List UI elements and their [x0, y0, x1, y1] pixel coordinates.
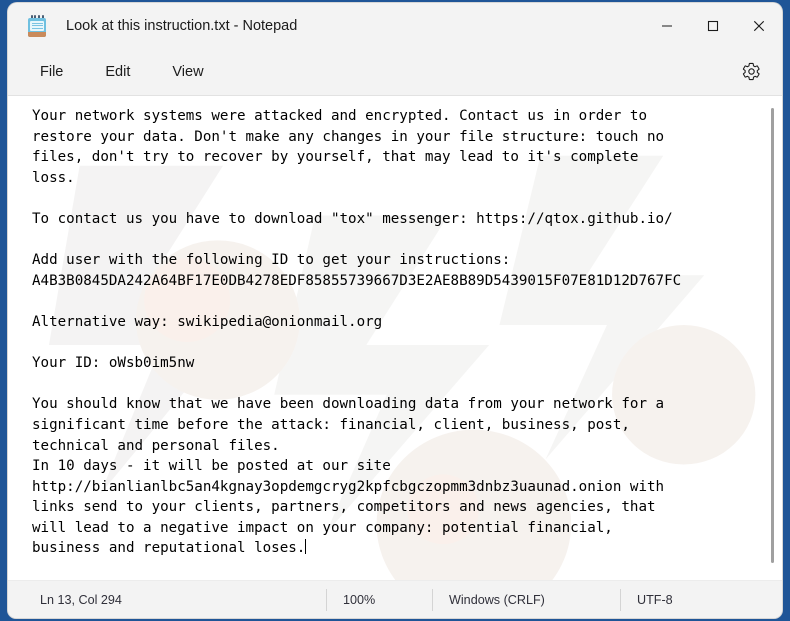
editor-text-content[interactable]: Your network systems were attacked and e… [8, 96, 782, 580]
status-line-ending[interactable]: Windows (CRLF) [432, 588, 620, 611]
menu-view[interactable]: View [162, 58, 213, 86]
menu-edit[interactable]: Edit [95, 58, 140, 86]
window-controls [644, 3, 782, 48]
status-encoding[interactable]: UTF-8 [620, 588, 687, 611]
notepad-window: Look at this instruction.txt - Notepad F… [8, 3, 782, 618]
status-zoom-level[interactable]: 100% [326, 588, 432, 611]
scrollbar-thumb[interactable] [771, 108, 774, 563]
window-title: Look at this instruction.txt - Notepad [66, 17, 298, 34]
notepad-icon [27, 14, 47, 37]
editor-area[interactable]: Your network systems were attacked and e… [8, 95, 782, 580]
menu-file[interactable]: File [30, 58, 73, 86]
close-button[interactable] [736, 3, 782, 48]
minimize-button[interactable] [644, 3, 690, 48]
menu-bar: File Edit View [8, 48, 782, 95]
title-bar[interactable]: Look at this instruction.txt - Notepad [8, 3, 782, 48]
gear-icon[interactable] [736, 57, 766, 87]
vertical-scrollbar[interactable] [766, 100, 780, 576]
text-cursor [305, 539, 307, 555]
status-bar: Ln 13, Col 294 100% Windows (CRLF) UTF-8 [8, 580, 782, 618]
maximize-button[interactable] [690, 3, 736, 48]
status-cursor-position: Ln 13, Col 294 [40, 592, 122, 607]
